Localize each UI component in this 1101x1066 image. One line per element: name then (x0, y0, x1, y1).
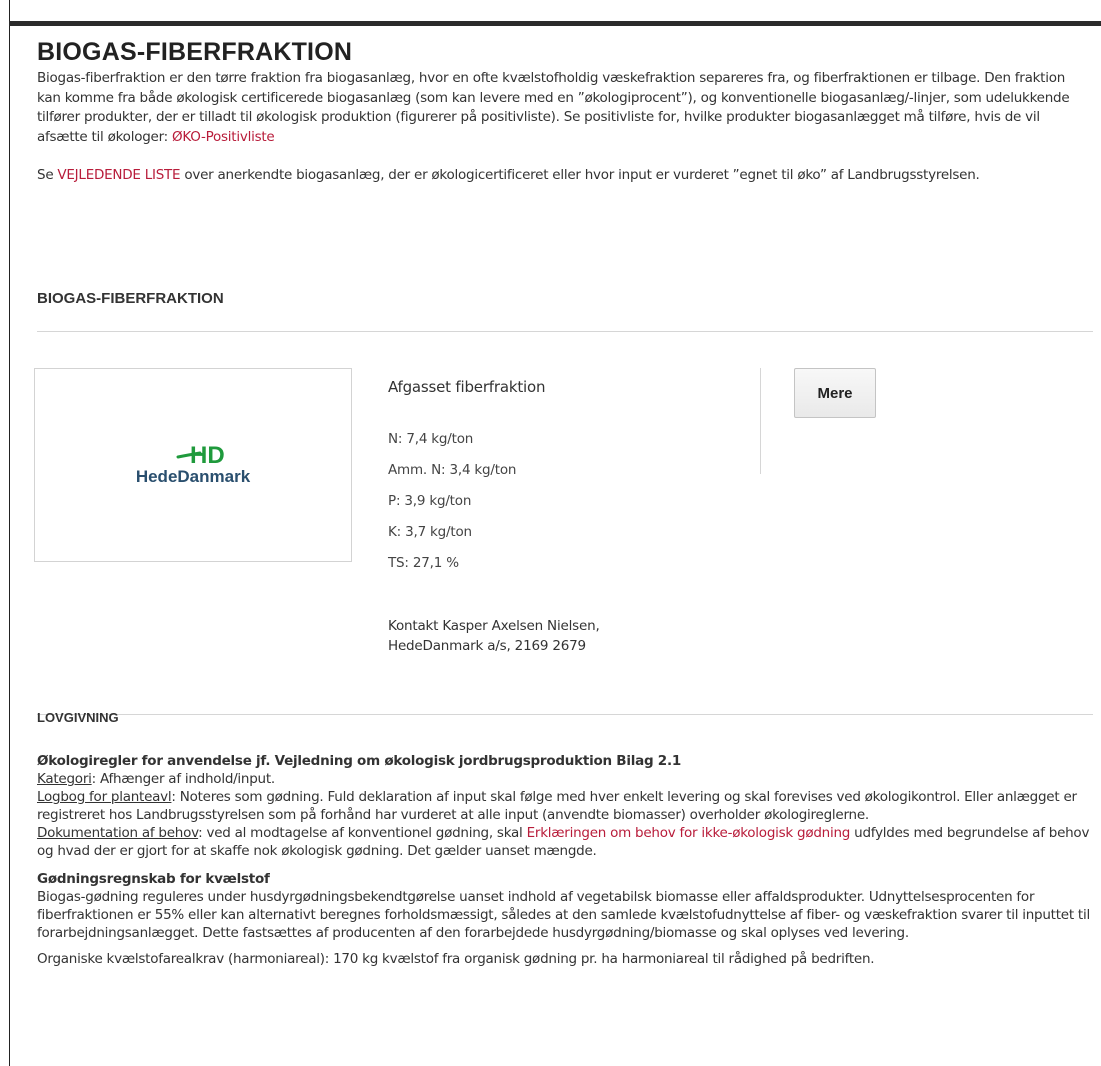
top-bar (9, 21, 1101, 26)
nitrogen-title: Gødningsregnskab for kvælstof (37, 871, 270, 887)
logbook-label: Logbog for planteavl (37, 789, 172, 805)
page-title: BIOGAS-FIBERFRAKTION (37, 38, 353, 66)
vejledende-liste-link[interactable]: VEJLEDENDE LISTE (57, 167, 180, 183)
logo-mark: HD (190, 442, 225, 467)
intro-paragraph-2: Se VEJLEDENDE LISTE over anerkendte biog… (37, 166, 1089, 186)
nutrient-amm-n: Amm. N: 3,4 kg/ton (388, 462, 517, 478)
nutrient-list: N: 7,4 kg/ton Amm. N: 3,4 kg/ton P: 3,9 … (388, 429, 516, 584)
logbook-text: : Noteres som gødning. Fuld deklaration … (37, 789, 1077, 823)
documentation-line: Dokumentation af behov: ved al modtagels… (37, 824, 1097, 860)
law-divider (37, 714, 1093, 715)
intro-section: BIOGAS-FIBERFRAKTION Biogas-fiberfraktio… (37, 37, 1097, 186)
intro-text: Biogas-fiberfraktion er den tørre frakti… (37, 69, 1089, 186)
section-title: BIOGAS-FIBERFRAKTION (37, 290, 224, 307)
nutrient-p: P: 3,9 kg/ton (388, 493, 472, 509)
documentation-label: Dokumentation af behov (37, 825, 199, 841)
intro-paragraph-1: Biogas-fiberfraktion er den tørre frakti… (37, 69, 1089, 147)
documentation-text-before: : ved al modtagelse af konventionel gødn… (198, 825, 523, 841)
hededanmark-logo-icon: HD (176, 442, 225, 467)
contact-line-2: HedeDanmark a/s, 2169 2679 (388, 638, 586, 654)
category-line: Kategori: Afhænger af indhold/input. (37, 770, 1097, 788)
logo-text: HedeDanmark (135, 467, 251, 486)
law-section: Økologiregler for anvendelse jf. Vejledn… (37, 752, 1097, 968)
nutrient-n: N: 7,4 kg/ton (388, 431, 474, 447)
behov-erklaering-link[interactable]: Erklæringen om behov for ikke-økologisk … (527, 825, 851, 841)
rules-title: Økologiregler for anvendelse jf. Vejledn… (37, 753, 681, 769)
law-heading: LOVGIVNING (37, 710, 119, 725)
category-text: : Afhænger af indhold/input. (91, 771, 276, 787)
intro-p2-after: over anerkendte biogasanlæg, der er økol… (184, 167, 980, 183)
more-button[interactable]: Mere (794, 368, 876, 418)
intro-p2-before: Se (37, 167, 54, 183)
organic-nitrogen-text: Organiske kvælstofarealkrav (harmoniarea… (37, 951, 875, 967)
nitrogen-text: Biogas-gødning reguleres under husdyrgød… (37, 889, 1090, 941)
product-name: Afgasset fiberfraktion (388, 378, 546, 396)
section-divider (37, 331, 1093, 332)
contact-line-1: Kontakt Kasper Axelsen Nielsen, (388, 618, 600, 634)
nutrient-ts: TS: 27,1 % (388, 555, 459, 571)
contact-info: Kontakt Kasper Axelsen Nielsen, HedeDanm… (388, 616, 688, 656)
category-label: Kategori (37, 771, 92, 787)
product-logo-card: HD HedeDanmark (34, 368, 352, 562)
positivliste-link[interactable]: ØKO-Positivliste (172, 129, 275, 145)
logbook-line: Logbog for planteavl: Noteres som gødnin… (37, 788, 1097, 824)
nutrient-k: K: 3,7 kg/ton (388, 524, 472, 540)
vertical-divider (760, 368, 761, 474)
